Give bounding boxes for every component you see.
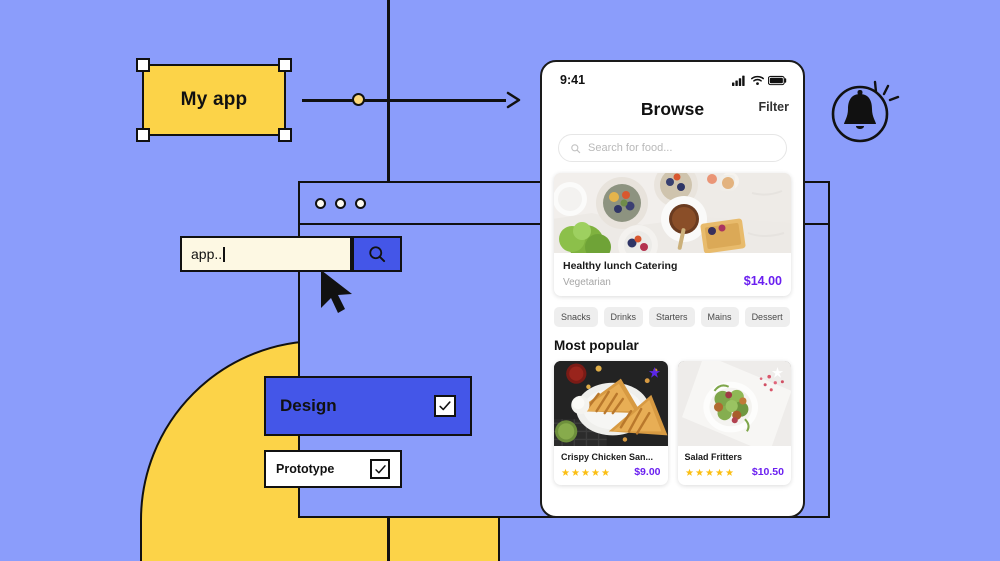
rating-stars [561,468,610,477]
connector-arrow [302,88,524,112]
food-card-name: Salad Fritters [684,452,743,462]
food-search-placeholder: Search for food... [588,142,673,154]
resize-handle-bottom-right[interactable] [278,128,292,142]
most-popular-grid: Crispy Chicken San... $9.00 Salad Fritte… [542,353,803,485]
food-card-image [677,361,791,446]
text-caret [223,246,225,262]
featured-food-image [554,173,791,253]
filter-button[interactable]: Filter [758,100,789,114]
star-badge-icon[interactable] [647,366,662,381]
wifi-icon [751,75,764,85]
search-widget: app.. [180,236,402,313]
star-icon [685,468,693,476]
search-icon [571,143,581,153]
resize-handle-top-left[interactable] [136,58,150,72]
option-row-prototype-checkbox[interactable] [370,459,390,479]
search-icon [369,246,386,263]
checkmark-icon [374,464,386,473]
food-card-price: $10.50 [751,466,784,478]
notification-bell[interactable] [828,62,918,152]
phone-header: Browse Filter [542,92,803,126]
resize-handle-bottom-left[interactable] [136,128,150,142]
food-card-image [554,361,668,446]
app-label-box[interactable]: My app [142,64,286,136]
battery-icon [768,75,787,85]
featured-food-name: Healthy lunch Catering [563,260,678,272]
featured-food-meta: Healthy lunch Catering Vegetarian $14.00 [554,253,791,296]
connector-midpoint-dot[interactable] [352,93,365,106]
connector-line [302,99,506,102]
star-icon [581,468,590,476]
category-chip-list: Snacks Drinks Starters Mains Dessert [542,296,803,327]
app-label-text: My app [180,89,248,110]
star-icon [591,468,600,476]
status-time: 9:41 [560,73,586,87]
star-icon [705,468,713,476]
food-card[interactable]: Crispy Chicken San... $9.00 [554,361,668,485]
featured-food-price: $14.00 [743,274,782,288]
arrow-right-icon [506,91,521,109]
rating-stars [685,468,734,477]
star-icon [601,468,610,476]
option-row-prototype[interactable]: Prototype [264,450,402,488]
app-label-selection[interactable]: My app [136,58,292,142]
star-badge-icon[interactable] [770,366,785,381]
food-card-price: $9.00 [634,466,661,478]
bell-icon [831,80,900,143]
traffic-lights [315,198,366,209]
category-chip[interactable]: Dessert [744,307,790,327]
food-card-meta: Crispy Chicken San... $9.00 [554,446,668,485]
page-title: Browse [640,98,705,119]
window-close-dot[interactable] [315,198,326,209]
option-row-design[interactable]: Design [264,376,472,436]
checkmark-icon [439,401,451,411]
mouse-pointer-icon [321,270,352,313]
window-maximize-dot[interactable] [355,198,366,209]
resize-handle-top-right[interactable] [278,58,292,72]
food-card-meta: Salad Fritters $10.50 [678,446,792,485]
window-minimize-dot[interactable] [335,198,346,209]
category-chip[interactable]: Mains [700,307,739,327]
category-chip[interactable]: Drinks [603,307,644,327]
search-submit-button[interactable] [352,236,402,272]
option-row-design-label: Design [280,396,337,415]
option-row-prototype-label: Prototype [276,462,335,476]
breakfast-spread-photo [554,173,791,253]
search-input-value: app.. [191,246,223,262]
option-row-design-checkbox[interactable] [434,395,456,417]
star-icon [725,468,733,476]
food-search-input[interactable]: Search for food... [558,134,787,162]
phone-mockup: 9:41 Browse Filter Search for food... He… [540,60,805,518]
category-chip[interactable]: Starters [649,307,695,327]
featured-food-card[interactable]: Healthy lunch Catering Vegetarian $14.00 [554,173,791,296]
section-title-most-popular: Most popular [554,338,639,353]
category-chip[interactable]: Snacks [554,307,598,327]
food-card-name: Crispy Chicken San... [561,452,654,462]
star-icon [571,468,580,476]
illustration-canvas: My app app.. Design Prototype 9:41 Brows… [0,0,1000,561]
featured-food-subtitle: Vegetarian [563,277,611,288]
food-card[interactable]: Salad Fritters $10.50 [677,361,792,485]
status-icons [732,75,787,86]
star-icon [695,468,703,476]
star-icon [561,468,570,476]
search-input[interactable]: app.. [180,236,352,272]
star-icon [715,468,723,476]
signal-icon [732,75,745,86]
phone-status-bar: 9:41 [542,62,803,92]
